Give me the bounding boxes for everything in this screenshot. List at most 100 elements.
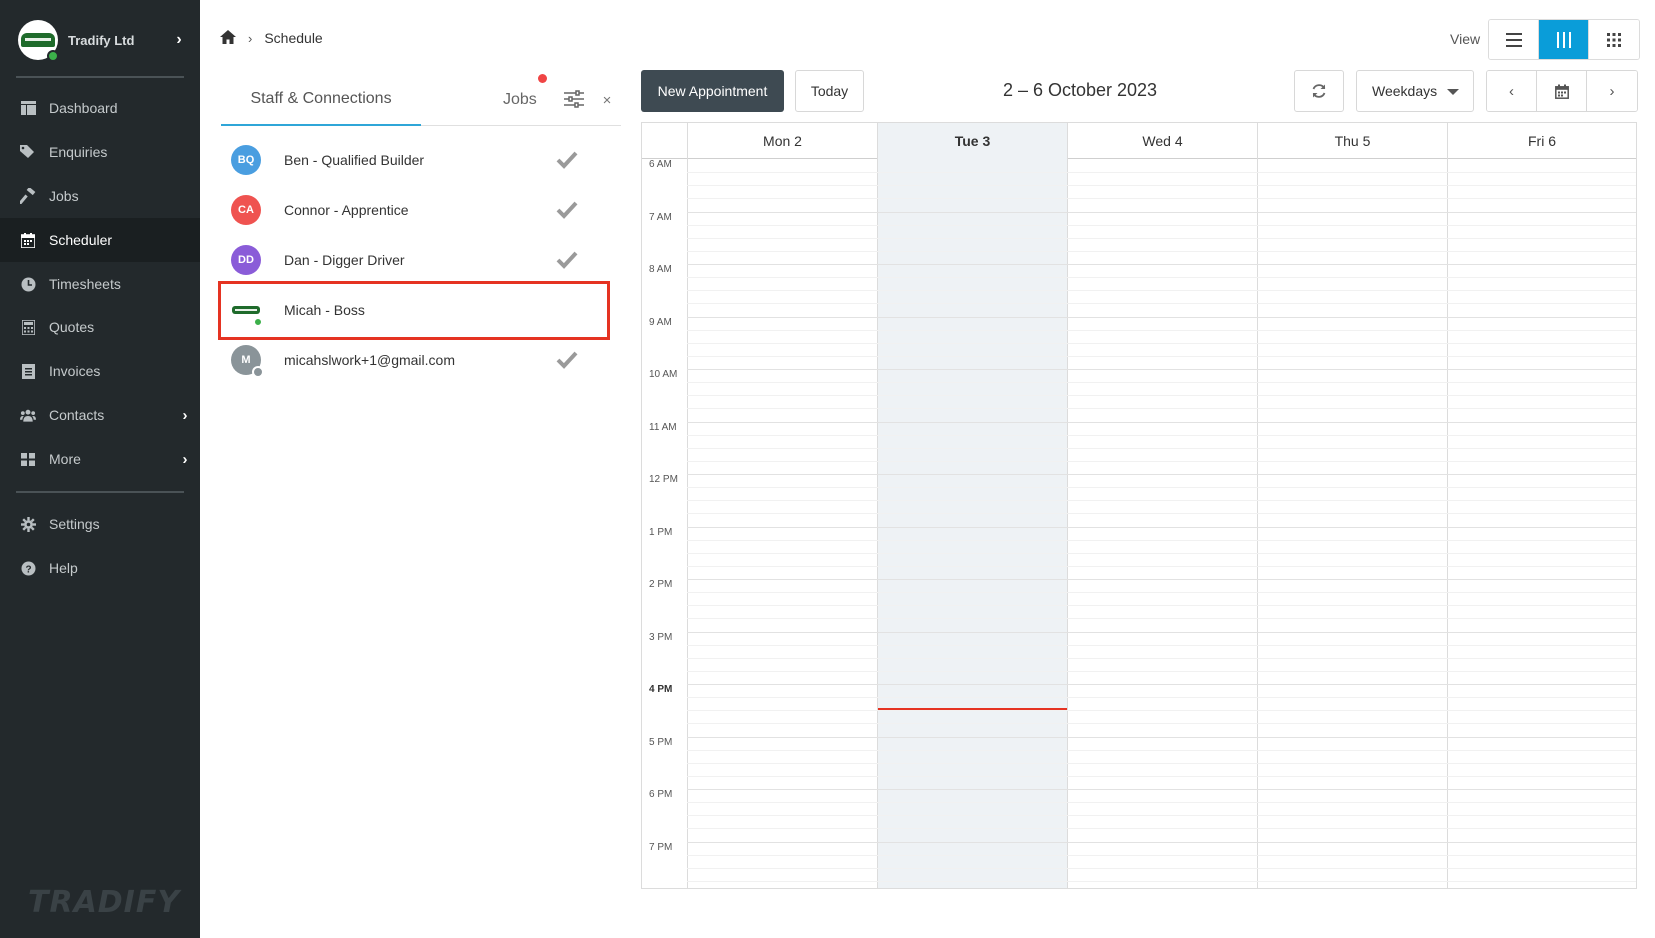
day-column[interactable]	[877, 159, 1067, 888]
grid-line	[687, 880, 1636, 882]
grid-line	[687, 697, 1636, 699]
time-label: 3 PM	[649, 631, 673, 643]
day-column[interactable]	[1257, 159, 1447, 888]
time-label: 9 AM	[649, 316, 672, 328]
sidebar-item-dashboard[interactable]: Dashboard	[0, 86, 200, 130]
staff-row-ben[interactable]: BQ Ben - Qualified Builder	[221, 135, 621, 185]
sidebar-item-enquiries[interactable]: Enquiries	[0, 130, 200, 174]
grid-line	[687, 185, 1636, 187]
company-switcher[interactable]: Tradify Ltd ›	[18, 18, 186, 62]
hammer-icon	[20, 188, 36, 204]
sidebar-item-invoices[interactable]: Invoices	[0, 349, 200, 393]
check-icon[interactable]	[556, 351, 578, 369]
check-icon[interactable]	[556, 151, 578, 169]
sidebar-item-label: Enquiries	[49, 144, 108, 160]
sidebar-item-timesheets[interactable]: Timesheets	[0, 262, 200, 306]
day-column[interactable]	[687, 159, 877, 888]
check-icon[interactable]	[556, 201, 578, 219]
refresh-icon	[1312, 84, 1326, 98]
breadcrumb: › Schedule	[220, 30, 323, 46]
tag-icon	[20, 144, 36, 160]
sidebar-item-jobs[interactable]: Jobs	[0, 174, 200, 218]
highlight-box	[218, 281, 610, 340]
sidebar-item-quotes[interactable]: Quotes	[0, 305, 200, 349]
sidebar-divider	[16, 76, 184, 78]
sidebar-item-help[interactable]: ? Help	[0, 546, 200, 590]
tab-staff-connections[interactable]: Staff & Connections	[221, 74, 421, 126]
grid-line	[687, 828, 1636, 830]
week-calendar: Mon 2 Tue 3 Wed 4 Thu 5 Fri 6 6 AM 7 AM 8 …	[641, 122, 1637, 889]
time-label: 6 PM	[649, 789, 673, 800]
online-status-dot	[47, 50, 59, 62]
grid-line	[687, 329, 1636, 331]
staff-list: BQ Ben - Qualified Builder CA Connor - A…	[221, 135, 621, 385]
sidebar-item-label: Jobs	[49, 188, 79, 204]
grid-line	[687, 434, 1636, 436]
sidebar-item-contacts[interactable]: Contacts ›	[0, 393, 200, 437]
staff-row-connor[interactable]: CA Connor - Apprentice	[221, 185, 621, 235]
view-switcher	[1488, 19, 1640, 60]
grid-line	[687, 723, 1636, 725]
new-appointment-button[interactable]: New Appointment	[641, 70, 784, 112]
staff-row-dan[interactable]: DD Dan - Digger Driver	[221, 235, 621, 285]
sidebar-item-settings[interactable]: Settings	[0, 502, 200, 546]
date-picker-button[interactable]	[1537, 71, 1587, 111]
home-icon[interactable]	[220, 30, 236, 46]
view-label: View	[1450, 31, 1481, 47]
tab-jobs[interactable]: Jobs	[503, 74, 547, 126]
sidebar-item-scheduler[interactable]: Scheduler	[0, 218, 200, 262]
prev-week-button[interactable]: ‹	[1487, 71, 1537, 111]
grid-line	[687, 172, 1636, 174]
close-panel-button[interactable]: ×	[597, 86, 617, 114]
staff-row-connection[interactable]: M micahslwork+1@gmail.com	[221, 335, 621, 385]
list-view-button[interactable]	[1489, 20, 1539, 59]
day-header[interactable]: Tue 3	[877, 123, 1067, 159]
time-label: 1 PM	[649, 526, 673, 538]
sidebar-item-more[interactable]: More ›	[0, 437, 200, 481]
staff-name: Ben - Qualified Builder	[284, 152, 425, 168]
dashboard-icon	[20, 100, 36, 116]
day-header[interactable]: Mon 2	[687, 123, 877, 159]
time-label: 7 AM	[649, 211, 672, 223]
grid-line	[687, 789, 1636, 790]
sidebar-item-label: Timesheets	[49, 276, 121, 292]
day-header[interactable]: Thu 5	[1257, 123, 1447, 159]
sidebar-item-label: Settings	[49, 516, 100, 532]
svg-text:?: ?	[25, 564, 31, 575]
time-column: 6 AM 7 AM 8 AM 9 AM 10 AM 11 AM 12 PM 1 PM 2 PM 3…	[642, 159, 687, 888]
day-column[interactable]	[1067, 159, 1257, 888]
filter-button[interactable]	[559, 84, 589, 114]
sidebar-item-label: Help	[49, 560, 78, 576]
time-label: 6 AM	[649, 159, 672, 170]
list-icon	[1505, 32, 1522, 47]
grid-icon	[20, 451, 36, 467]
sidebar-item-label: Contacts	[49, 407, 105, 423]
next-week-button[interactable]: ›	[1587, 71, 1637, 111]
grid-line	[687, 224, 1636, 226]
columns-icon	[1556, 31, 1571, 48]
range-select[interactable]: Weekdays	[1356, 70, 1474, 112]
month-view-button[interactable]	[1589, 20, 1639, 59]
day-header[interactable]: Fri 6	[1447, 123, 1636, 159]
grid-line	[687, 710, 1636, 712]
grid-line	[687, 579, 1636, 580]
week-view-button[interactable]	[1539, 20, 1589, 59]
date-range-title: 2 – 6 October 2023	[1002, 80, 1158, 100]
grid-line	[687, 749, 1636, 751]
company-logo	[18, 20, 59, 62]
gear-icon	[20, 516, 36, 532]
staff-name: Dan - Digger Driver	[284, 252, 405, 268]
breadcrumb-current: Schedule	[264, 30, 323, 46]
grid-line	[687, 487, 1636, 489]
refresh-button[interactable]	[1294, 70, 1344, 112]
day-header[interactable]: Wed 4	[1067, 123, 1257, 159]
grid-line	[687, 867, 1636, 869]
grid-line	[687, 644, 1636, 646]
today-button[interactable]: Today	[795, 70, 864, 112]
avatar: BQ	[231, 145, 261, 175]
grid-line	[687, 303, 1636, 305]
grid-line	[687, 460, 1636, 462]
chevron-right-icon: ›	[182, 450, 188, 468]
day-column[interactable]	[1447, 159, 1636, 888]
check-icon[interactable]	[556, 251, 578, 269]
